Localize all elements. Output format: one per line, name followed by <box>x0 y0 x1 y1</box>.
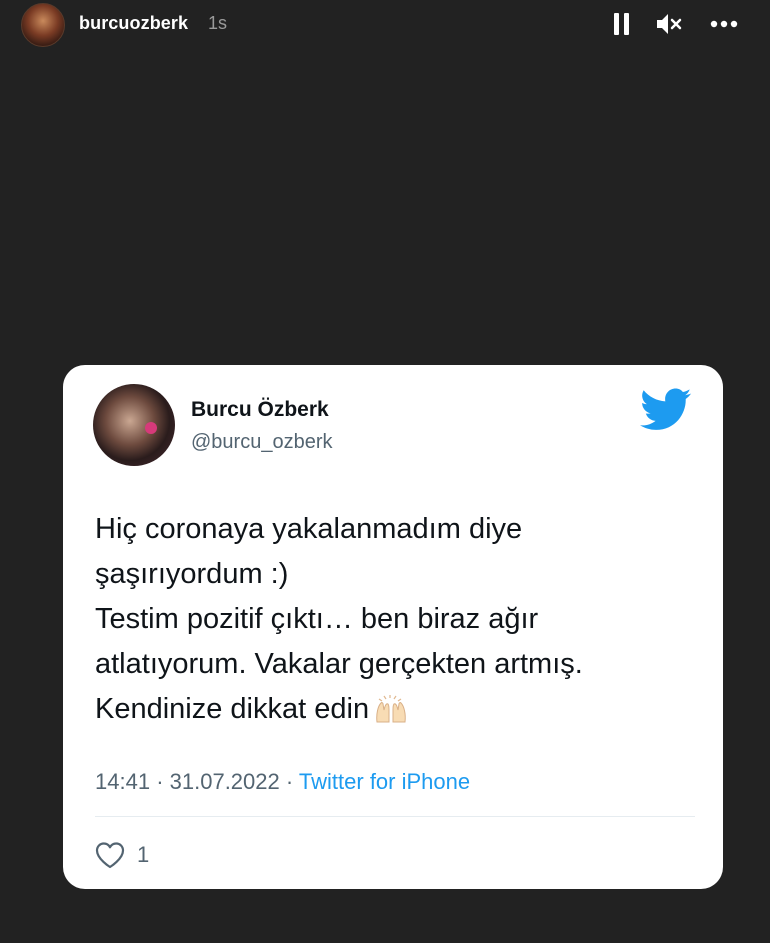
tweet-author-name[interactable]: Burcu Özberk <box>191 398 329 422</box>
tweet-text: Hiç coronaya yakalanmadım diye şaşırıyor… <box>95 507 705 732</box>
tweet-card: Burcu Özberk @burcu_ozberk Hiç coronaya … <box>63 365 723 889</box>
story-header: burcuozberk 1s <box>0 0 770 52</box>
more-horizontal-icon <box>710 20 738 28</box>
tweet-author-avatar[interactable] <box>93 384 175 466</box>
tweet-meta: 14:41 · 31.07.2022 · Twitter for iPhone <box>95 769 470 795</box>
tweet-text-line: Testim pozitif çıktı… ben biraz ağır <box>95 603 539 635</box>
mute-button[interactable] <box>653 8 685 40</box>
twitter-bird-icon <box>640 388 692 430</box>
tweet-source-link[interactable]: Twitter for iPhone <box>299 769 470 794</box>
pause-icon <box>614 13 629 35</box>
story-username[interactable]: burcuozberk <box>79 13 188 34</box>
tweet-text-line: Kendinize dikkat edin <box>95 693 370 725</box>
muted-speaker-icon <box>657 14 682 34</box>
meta-separator: · <box>285 769 294 794</box>
tweet-text-line: atlatıyorum. Vakalar gerçekten artmış. <box>95 648 583 680</box>
tweet-date: 31.07.2022 <box>169 769 280 794</box>
tweet-text-line-last: Kendinize dikkat edin <box>95 687 705 732</box>
tweet-time: 14:41 <box>95 769 151 794</box>
divider <box>95 816 695 817</box>
more-options-button[interactable] <box>708 8 740 40</box>
like-button[interactable]: 1 <box>95 840 149 870</box>
raising-hands-emoji-icon <box>376 695 406 723</box>
tweet-author-handle[interactable]: @burcu_ozberk <box>191 431 332 454</box>
heart-icon <box>95 841 125 868</box>
story-avatar[interactable] <box>21 3 65 47</box>
pause-button[interactable] <box>606 8 638 40</box>
tweet-text-line: şaşırıyordum :) <box>95 558 289 590</box>
avatar-flower <box>145 422 157 434</box>
meta-separator: · <box>156 769 164 794</box>
story-timestamp: 1s <box>208 13 228 33</box>
tweet-text-line: Hiç coronaya yakalanmadım diye <box>95 513 523 545</box>
like-count: 1 <box>137 842 150 867</box>
